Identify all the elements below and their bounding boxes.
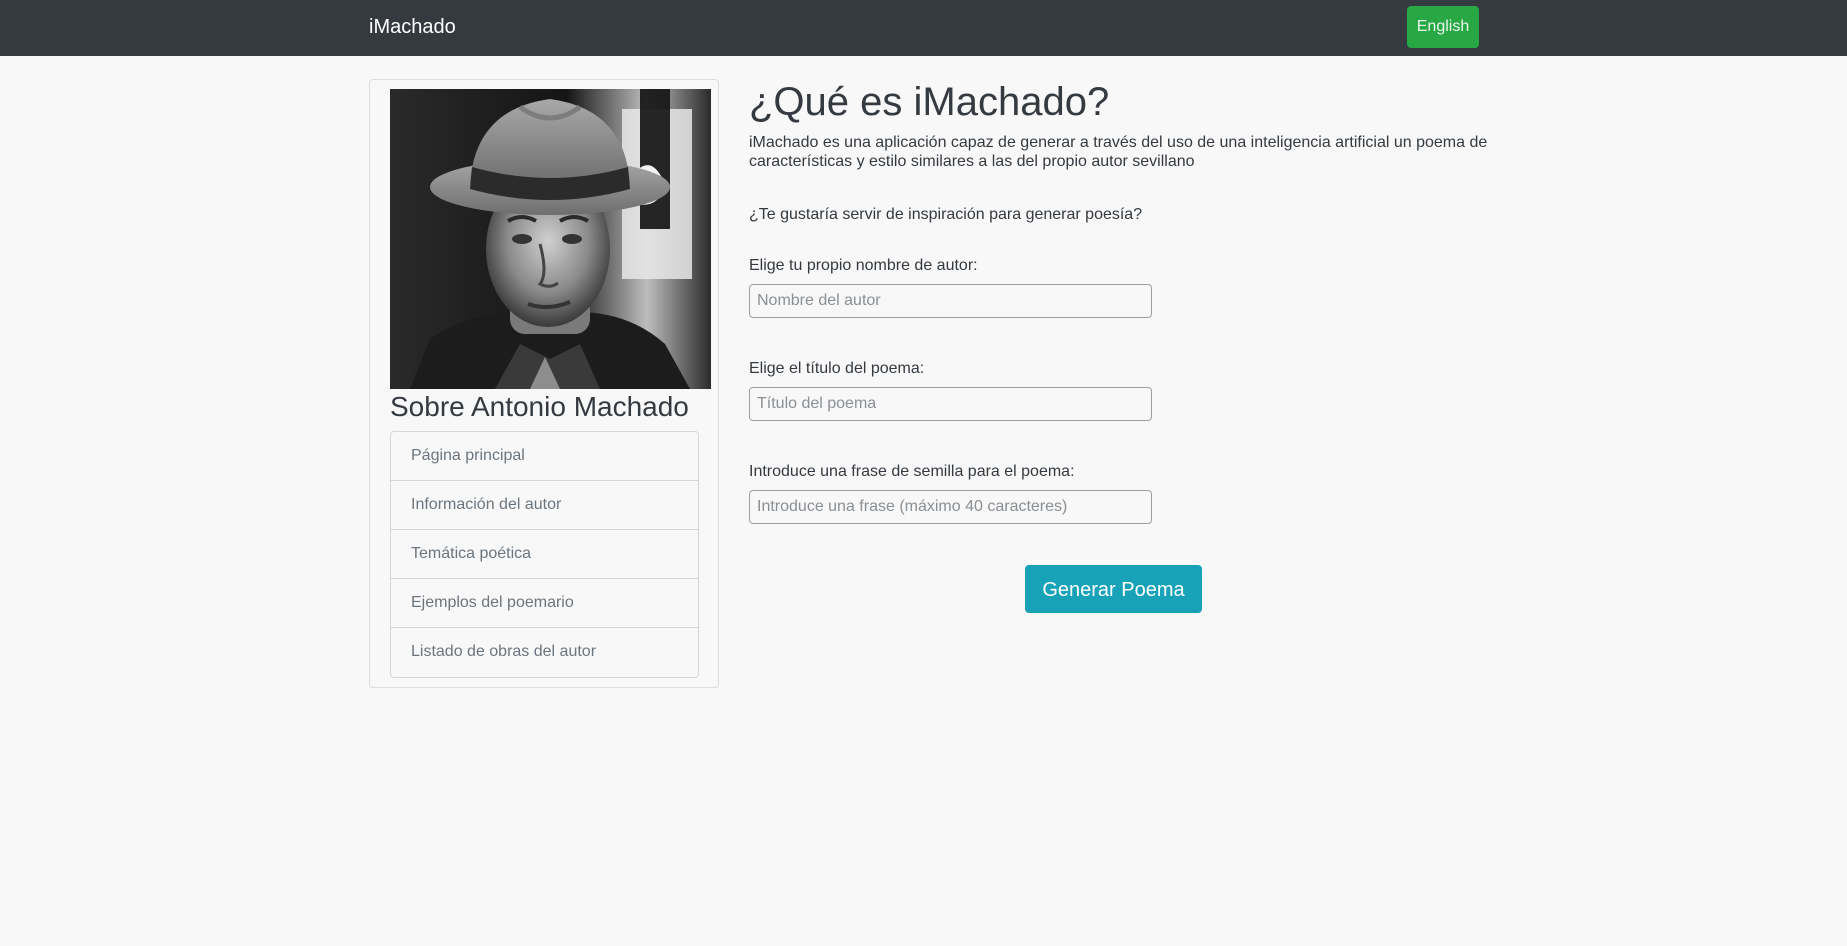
sidebar-item-author-info[interactable]: Información del autor — [391, 481, 698, 530]
sidebar-item-poetic-themes[interactable]: Temática poética — [391, 530, 698, 579]
seed-phrase-label: Introduce una frase de semilla para el p… — [749, 463, 1075, 480]
intro-text: iMachado es una aplicación capaz de gene… — [749, 134, 1488, 170]
poem-title-label: Elige el título del poema: — [749, 360, 925, 377]
sidebar-title: Sobre Antonio Machado — [390, 391, 689, 422]
author-name-label: Elige tu propio nombre de autor: — [749, 257, 978, 274]
sidebar-item-poem-examples[interactable]: Ejemplos del poemario — [391, 579, 698, 628]
author-name-input[interactable] — [749, 284, 1152, 318]
poem-title-input[interactable] — [749, 387, 1152, 421]
language-toggle-button[interactable]: English — [1407, 6, 1479, 48]
page-title: ¿Qué es iMachado? — [749, 80, 1110, 124]
author-portrait-image — [390, 89, 711, 389]
author-sidebar-card: Sobre Antonio Machado Página principal I… — [369, 79, 719, 688]
brand-link[interactable]: iMachado — [369, 15, 456, 39]
inspiration-question: ¿Te gustaría servir de inspiración para … — [749, 206, 1143, 223]
sidebar-item-home[interactable]: Página principal — [391, 432, 698, 481]
sidebar-item-works-list[interactable]: Listado de obras del autor — [391, 628, 698, 677]
portrait-photo — [390, 89, 711, 389]
generate-poem-button[interactable]: Generar Poema — [1025, 565, 1202, 613]
top-navbar: iMachado English — [0, 0, 1847, 56]
seed-phrase-input[interactable] — [749, 490, 1152, 524]
sidebar-nav-list: Página principal Información del autor T… — [390, 431, 699, 678]
